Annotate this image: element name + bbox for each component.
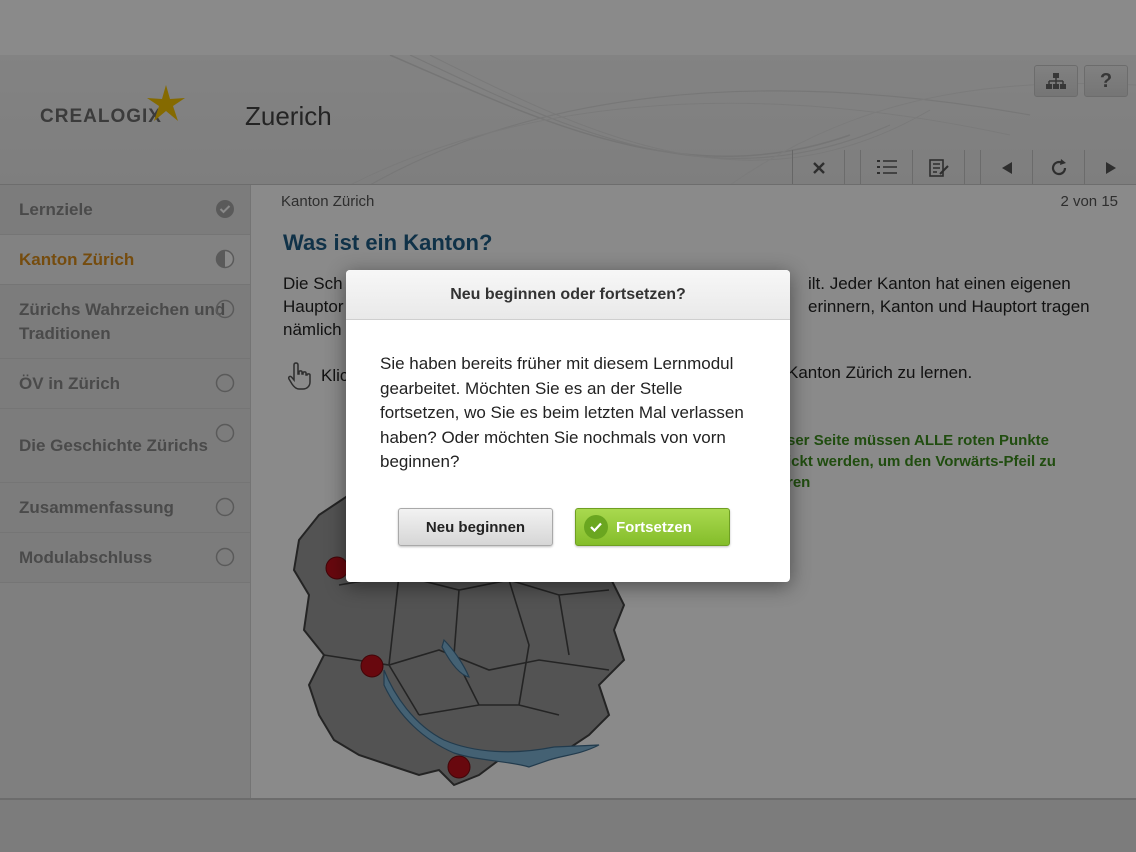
restart-button[interactable]: Neu beginnen	[398, 508, 553, 546]
restart-button-label: Neu beginnen	[425, 518, 526, 536]
check-icon	[584, 515, 608, 539]
continue-button-label: Fortsetzen	[616, 518, 692, 536]
dialog-button-row: Neu beginnen Fortsetzen	[346, 508, 790, 546]
device-top-bar	[0, 0, 1136, 55]
resume-dialog: Neu beginnen oder fortsetzen? Sie haben …	[346, 270, 790, 582]
continue-button[interactable]: Fortsetzen	[575, 508, 730, 546]
dialog-title: Neu beginnen oder fortsetzen?	[346, 270, 790, 320]
device-bottom-bar	[0, 798, 1136, 852]
dialog-message: Sie haben bereits früher mit diesem Lern…	[380, 354, 744, 471]
